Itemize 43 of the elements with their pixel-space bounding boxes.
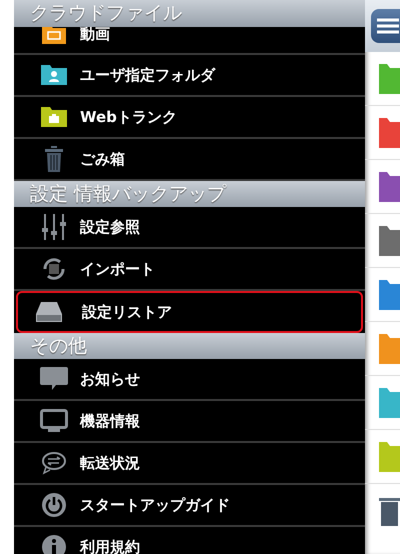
chat-arrows-icon <box>41 451 67 475</box>
folder-icon <box>379 64 400 94</box>
section-header: 設定 情報バックアップ <box>14 181 365 207</box>
menu-item-label: スタートアップガイド <box>80 494 230 516</box>
menu-item-label: 機器情報 <box>80 410 140 432</box>
menu-item-label: Webトランク <box>80 106 177 128</box>
section-header: その他 <box>14 333 365 359</box>
menu-item-label: インポート <box>80 258 155 280</box>
menu-item[interactable]: お知らせ <box>14 359 365 401</box>
folder-icon <box>379 334 400 364</box>
folder-icon <box>379 118 400 148</box>
menu-icon <box>377 18 399 34</box>
sync-icon <box>41 256 67 282</box>
folder-icon <box>379 172 400 202</box>
trash-icon <box>45 146 63 172</box>
menu-item-label: 転送状況 <box>80 452 140 474</box>
user-folder-icon <box>41 65 67 85</box>
menu-item[interactable]: インポート <box>14 249 365 291</box>
speech-bubble-icon <box>40 367 68 391</box>
folder-icon <box>379 226 400 256</box>
menu-item[interactable]: Webトランク <box>14 97 365 139</box>
menu-item-label: 設定リストア <box>82 302 172 323</box>
power-icon <box>41 492 67 518</box>
drive-icon <box>36 302 62 322</box>
menu-item[interactable]: 機器情報 <box>14 401 365 443</box>
folder-icon <box>379 442 400 472</box>
section-header: クラウドファイル <box>14 0 365 27</box>
menu-item[interactable]: 転送状況 <box>14 443 365 485</box>
trash-icon <box>379 496 400 526</box>
menu-item-label: お知らせ <box>80 368 140 390</box>
briefcase-folder-icon <box>41 107 67 127</box>
menu-item[interactable]: スタートアップガイド <box>14 485 365 527</box>
menu-item[interactable]: 設定リストア <box>16 291 363 333</box>
menu-item-label: ユーザ指定フォルダ <box>80 64 215 86</box>
sliders-icon <box>41 214 67 240</box>
folder-icon <box>379 280 400 310</box>
menu-item[interactable]: 設定参照 <box>14 207 365 249</box>
monitor-icon <box>40 409 68 433</box>
menu-button[interactable] <box>371 9 400 43</box>
menu-item-label: ごみ箱 <box>80 148 125 170</box>
menu-item-label: 設定参照 <box>80 216 140 238</box>
menu-item[interactable]: ユーザ指定フォルダ <box>14 55 365 97</box>
folder-icon <box>379 388 400 418</box>
